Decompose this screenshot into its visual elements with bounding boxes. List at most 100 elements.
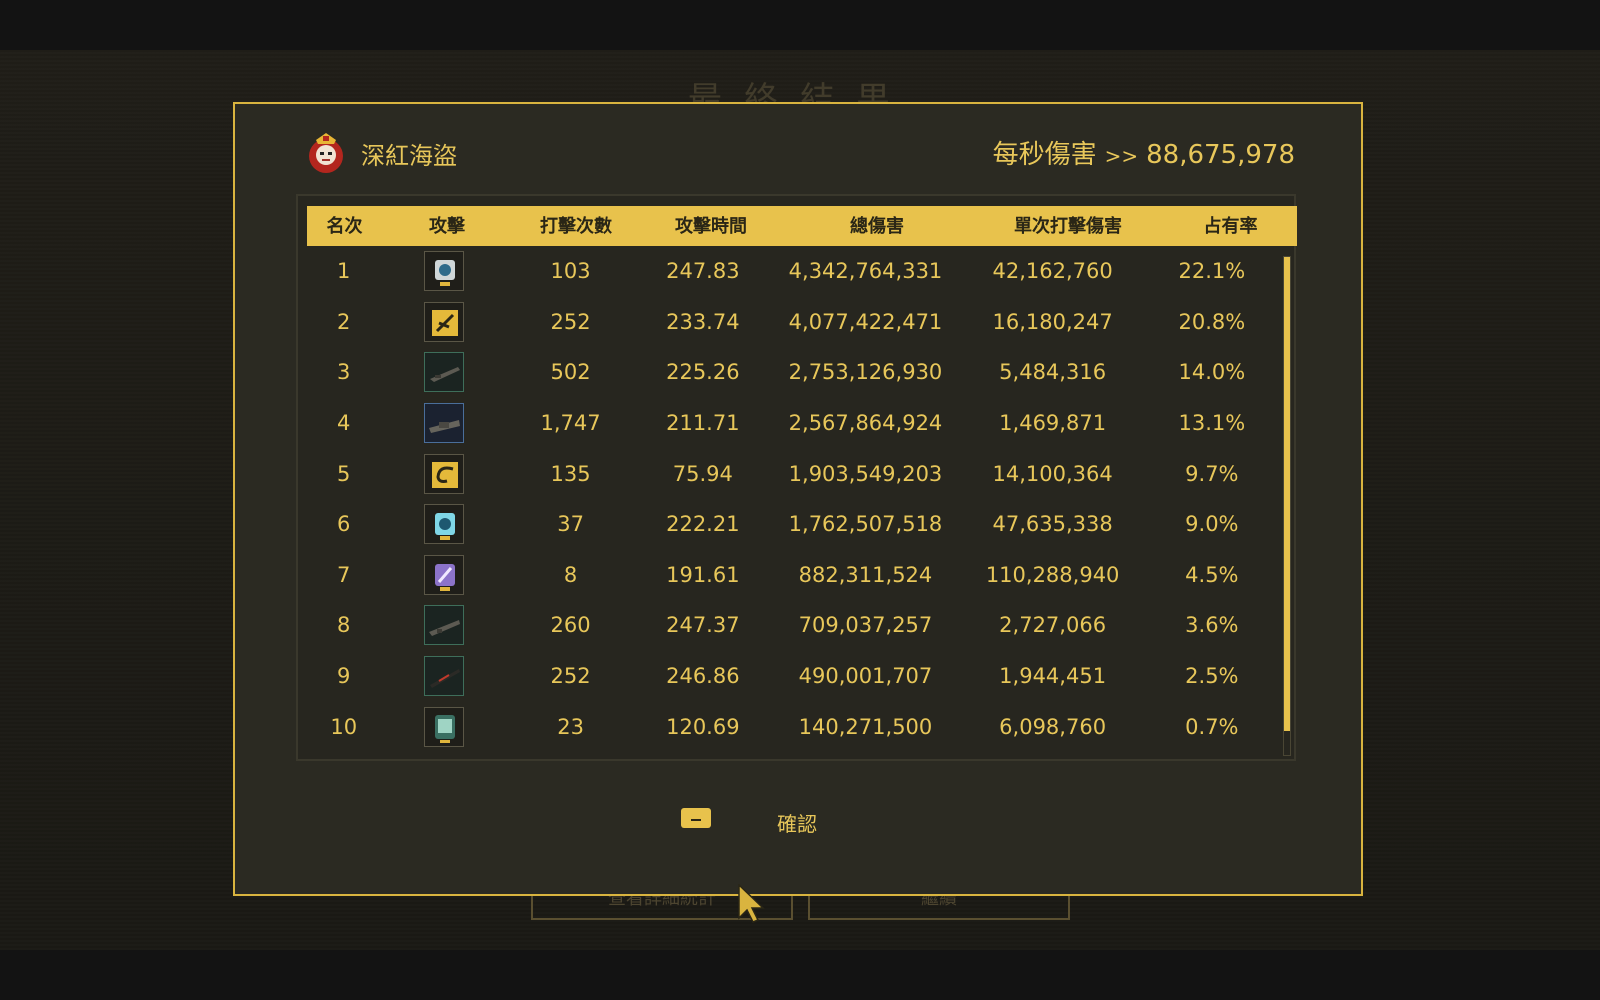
cell-time: 120.69: [666, 714, 740, 739]
cell-attack: [380, 301, 507, 342]
cell-rank: 8: [337, 613, 351, 638]
table-body[interactable]: 1 103 247.83 4,342,764,331 42,162,760 22.1% 2 2…: [307, 246, 1277, 761]
cell-share: 3.6%: [1185, 613, 1239, 638]
cell-hits: 252: [550, 309, 591, 334]
cell-rank: 1: [337, 259, 351, 284]
cell-hits: 37: [557, 512, 584, 537]
header-hits: 打擊次數: [540, 216, 612, 237]
cell-total-damage: 882,311,524: [798, 562, 933, 587]
cell-share: 4.5%: [1185, 562, 1239, 587]
dps-label: 每秒傷害: [992, 140, 1097, 170]
header-attack: 攻擊: [429, 216, 465, 237]
dps-arrows: >>: [1104, 144, 1139, 168]
dialog-header: 深紅海盜 每秒傷害 >> 88,675,978: [305, 128, 1295, 178]
table-header: 名次 攻擊 打擊次數 攻擊時間 總傷害 單次打擊傷害 占有率: [307, 206, 1297, 246]
shotgun-weapon-icon[interactable]: [424, 605, 465, 646]
damage-table: 名次 攻擊 打擊次數 攻擊時間 總傷害 單次打擊傷害 占有率 1 103 247.8…: [296, 194, 1297, 761]
cell-per-hit-damage: 5,484,316: [999, 360, 1107, 385]
mouse-cursor-icon: [738, 883, 766, 928]
cell-time: 246.86: [666, 664, 740, 689]
table-scrollbar[interactable]: [1283, 256, 1291, 756]
cell-time: 211.71: [666, 411, 740, 436]
header-share: 占有率: [1203, 216, 1258, 237]
dps-readout: 每秒傷害 >> 88,675,978: [993, 134, 1295, 171]
cell-share: 9.0%: [1185, 512, 1239, 537]
cell-hits: 252: [550, 664, 591, 689]
cell-attack: [380, 605, 507, 646]
cell-attack: [380, 656, 507, 697]
table-row: 10 23 120.69 140,271,500 6,098,760 0.7%: [307, 701, 1277, 752]
green-device-icon[interactable]: [424, 706, 465, 747]
table-row: 7 8 191.61 882,311,524 110,288,940 4.5%: [307, 550, 1277, 601]
boss-name: 深紅海盜: [361, 142, 457, 170]
cell-share: 13.1%: [1178, 411, 1246, 436]
cell-time: 247.83: [666, 259, 740, 284]
header-total-damage: 總傷害: [850, 216, 904, 237]
cell-total-damage: 709,037,257: [798, 613, 933, 638]
cell-per-hit-damage: 6,098,760: [999, 714, 1107, 739]
cell-share: 0.7%: [1185, 714, 1239, 739]
cell-per-hit-damage: 1,944,451: [999, 664, 1107, 689]
scrollbar-thumb[interactable]: [1284, 257, 1290, 731]
table-row: 3 502 225.26 2,753,126,930 5,484,316 14.0%: [307, 347, 1277, 398]
header-time: 攻擊時間: [675, 216, 747, 237]
cell-share: 9.7%: [1185, 461, 1239, 486]
cell-rank: 10: [330, 714, 358, 739]
cell-total-damage: 2,567,864,924: [788, 411, 943, 436]
cell-hits: 23: [557, 714, 584, 739]
cell-hits: 502: [550, 360, 591, 385]
confirm-button[interactable]: 確認: [681, 804, 941, 844]
cell-rank: 7: [337, 562, 351, 587]
red-rifle-weapon-icon[interactable]: [424, 656, 465, 697]
cell-share: 2.5%: [1185, 664, 1239, 689]
cell-attack: [380, 352, 507, 393]
cell-hits: 260: [550, 613, 591, 638]
confirm-label: 確認: [777, 812, 817, 836]
cell-time: 75.94: [672, 461, 733, 486]
key-icon: [681, 808, 711, 828]
cell-per-hit-damage: 47,635,338: [992, 512, 1113, 537]
cyan-skill-icon[interactable]: [424, 504, 465, 545]
cell-attack: [380, 554, 507, 595]
cell-share: 22.1%: [1178, 259, 1246, 284]
rifle-weapon-icon[interactable]: [424, 352, 465, 393]
blue-skill-icon[interactable]: [424, 251, 465, 292]
cell-total-damage: 2,753,126,930: [788, 360, 943, 385]
cell-hits: 103: [550, 259, 591, 284]
cell-attack: [380, 453, 507, 494]
cell-attack: [380, 251, 507, 292]
cell-per-hit-damage: 16,180,247: [992, 309, 1113, 334]
cell-hits: 1,747: [540, 411, 601, 436]
cell-time: 222.21: [666, 512, 740, 537]
crimson-pirate-avatar-icon: [305, 130, 347, 176]
cell-total-damage: 140,271,500: [798, 714, 933, 739]
cell-per-hit-damage: 42,162,760: [992, 259, 1113, 284]
table-row: 5 135 75.94 1,903,549,203 14,100,364 9.7%: [307, 448, 1277, 499]
heavy-gun-weapon-icon[interactable]: [424, 403, 465, 444]
header-rank: 名次: [326, 216, 363, 237]
cell-total-damage: 4,342,764,331: [788, 259, 943, 284]
cell-share: 14.0%: [1178, 360, 1246, 385]
gold-slash-skill-icon[interactable]: [424, 301, 465, 342]
cell-time: 191.61: [666, 562, 740, 587]
gold-spiral-skill-icon[interactable]: [424, 453, 465, 494]
table-row: 1 103 247.83 4,342,764,331 42,162,760 22.1%: [307, 246, 1277, 297]
cell-time: 225.26: [666, 360, 740, 385]
cell-share: 20.8%: [1178, 309, 1246, 334]
cell-per-hit-damage: 110,288,940: [985, 562, 1120, 587]
cell-per-hit-damage: 1,469,871: [999, 411, 1107, 436]
cell-rank: 9: [337, 664, 351, 689]
cell-rank: 3: [337, 360, 351, 385]
letterbox-top: [0, 0, 1600, 50]
purple-skill-icon[interactable]: [424, 554, 465, 595]
cell-hits: 8: [563, 562, 578, 587]
cell-rank: 4: [337, 411, 351, 436]
cell-total-damage: 4,077,422,471: [788, 309, 943, 334]
cell-hits: 135: [550, 461, 591, 486]
dps-value: 88,675,978: [1146, 140, 1295, 170]
cell-per-hit-damage: 14,100,364: [992, 461, 1113, 486]
cell-total-damage: 1,762,507,518: [788, 512, 943, 537]
table-row: 8 260 247.37 709,037,257 2,727,066 3.6%: [307, 600, 1277, 651]
cell-attack: [380, 504, 507, 545]
table-row: 6 37 222.21 1,762,507,518 47,635,338 9.0%: [307, 499, 1277, 550]
